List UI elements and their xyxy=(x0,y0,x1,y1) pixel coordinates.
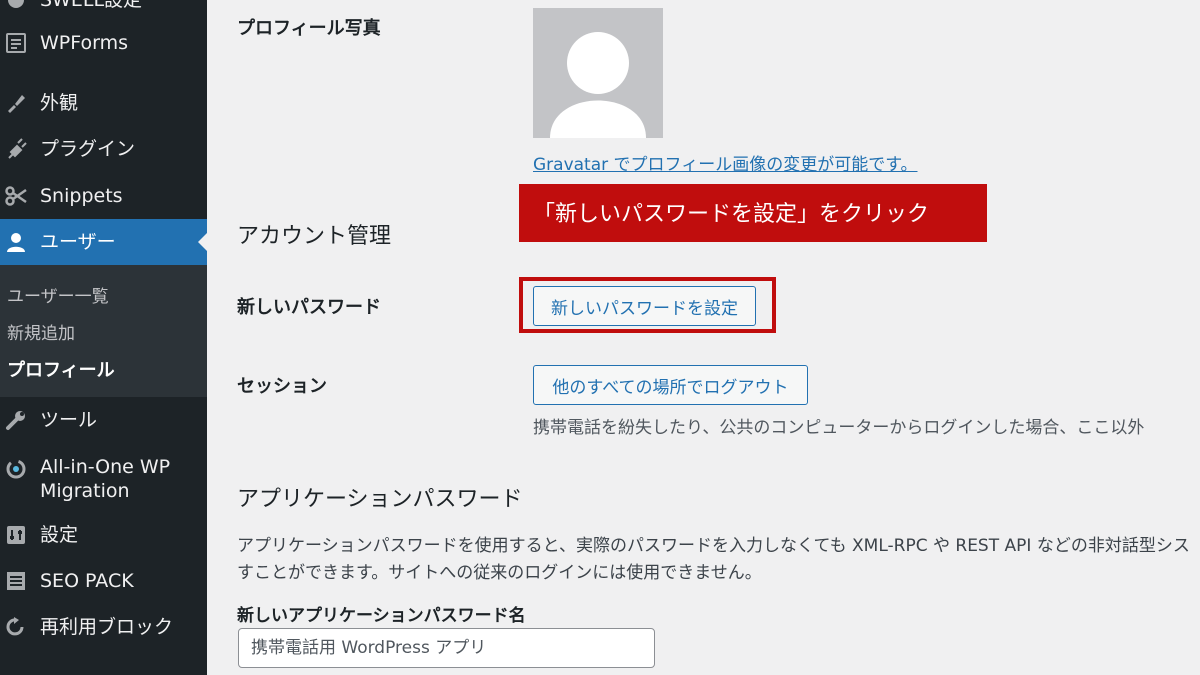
sidebar-item-users[interactable]: ユーザー xyxy=(0,219,207,265)
sidebar-item-tools[interactable]: ツール xyxy=(0,408,207,432)
account-management-title: アカウント管理 xyxy=(237,224,392,249)
swell-icon xyxy=(4,0,28,12)
sidebar-item-label: ツール xyxy=(40,409,98,431)
admin-sidebar: SWELL設定 WPForms 外観 プラグイン Snippets ユーザー ユ… xyxy=(0,0,207,675)
sidebar-item-label: 再利用ブロック xyxy=(40,616,174,638)
new-password-label: 新しいパスワード xyxy=(237,297,381,318)
snippets-icon xyxy=(4,184,28,208)
appearance-icon xyxy=(4,91,28,115)
sidebar-item-label: 外観 xyxy=(40,92,79,114)
sidebar-item-migration[interactable]: All-in-One WP Migration xyxy=(0,455,207,505)
sidebar-item-label: ユーザー xyxy=(40,231,116,253)
sidebar-item-plugins[interactable]: プラグイン xyxy=(0,137,207,161)
active-indicator-arrow xyxy=(198,233,207,251)
avatar xyxy=(533,8,663,138)
sessions-description: 携帯電話を紛失したり、公共のコンピューターからログインした場合、ここ以外 xyxy=(533,418,1145,438)
profile-photo-label: プロフィール写真 xyxy=(237,18,381,39)
sidebar-item-wpforms[interactable]: WPForms xyxy=(0,31,207,55)
submenu-item-add-new[interactable]: 新規追加 xyxy=(7,319,75,344)
plugins-icon xyxy=(4,137,28,161)
sidebar-item-label: WPForms xyxy=(40,32,129,54)
sidebar-item-reusable-blocks[interactable]: 再利用ブロック xyxy=(0,615,207,639)
submenu-item-all-users[interactable]: ユーザー一覧 xyxy=(7,282,109,307)
seo-pack-icon xyxy=(4,569,28,593)
sidebar-item-seo-pack[interactable]: SEO PACK xyxy=(0,569,207,593)
sessions-label: セッション xyxy=(237,376,327,397)
application-passwords-title: アプリケーションパスワード xyxy=(237,487,523,512)
sidebar-item-label: SEO PACK xyxy=(40,570,134,592)
migration-icon xyxy=(4,457,28,481)
users-icon xyxy=(4,230,28,254)
application-passwords-description-line2: すことができます。サイトへの従来のログインには使用できません。 xyxy=(237,563,762,583)
sidebar-item-settings[interactable]: 設定 xyxy=(0,523,207,547)
wpforms-icon xyxy=(4,31,28,55)
profile-content: プロフィール写真 Gravatar でプロフィール画像の変更が可能です。 「新し… xyxy=(207,0,1200,675)
application-passwords-description-line1: アプリケーションパスワードを使用すると、実際のパスワードを入力しなくても XML… xyxy=(237,536,1190,556)
app-password-name-input[interactable] xyxy=(238,628,655,668)
sidebar-item-label: SWELL設定 xyxy=(40,0,143,11)
sidebar-item-label: 設定 xyxy=(40,524,79,546)
annotation-callout: 「新しいパスワードを設定」をクリック xyxy=(519,184,987,242)
sidebar-item-appearance[interactable]: 外観 xyxy=(0,91,207,115)
sidebar-item-label: Snippets xyxy=(40,185,123,207)
sidebar-item-snippets[interactable]: Snippets xyxy=(0,184,207,208)
set-new-password-button[interactable]: 新しいパスワードを設定 xyxy=(533,286,756,326)
tools-icon xyxy=(4,408,28,432)
new-app-password-name-label: 新しいアプリケーションパスワード名 xyxy=(237,606,526,626)
sidebar-item-label-line2: Migration xyxy=(40,480,130,502)
sidebar-item-label: All-in-One WP xyxy=(40,456,171,478)
users-submenu: ユーザー一覧 新規追加 プロフィール xyxy=(0,265,207,397)
gravatar-link[interactable]: Gravatar でプロフィール画像の変更が可能です。 xyxy=(533,150,918,175)
logout-everywhere-button[interactable]: 他のすべての場所でログアウト xyxy=(533,365,808,405)
settings-icon xyxy=(4,523,28,547)
sidebar-item-label: プラグイン xyxy=(40,138,136,160)
sidebar-item-swell[interactable]: SWELL設定 xyxy=(0,0,207,12)
submenu-item-profile[interactable]: プロフィール xyxy=(7,356,115,382)
reusable-blocks-icon xyxy=(4,615,28,639)
